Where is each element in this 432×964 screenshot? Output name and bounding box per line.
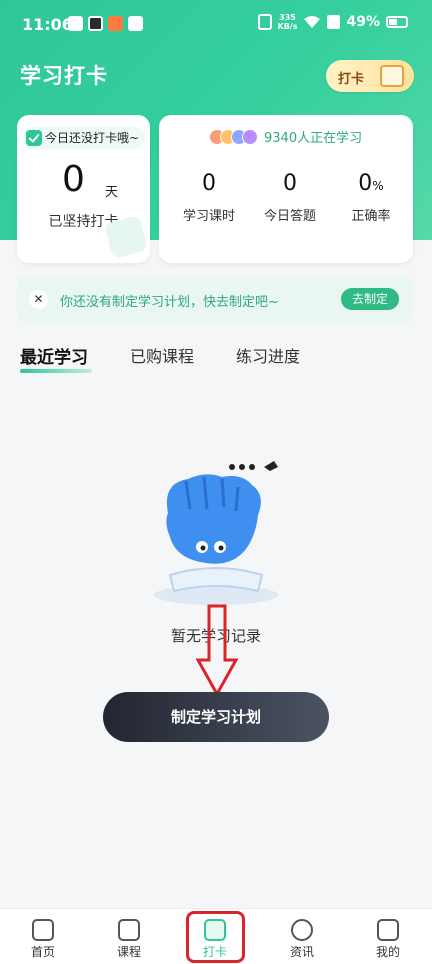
network-speed-unit: KB/s: [277, 22, 298, 31]
learners-row: 9340人正在学习: [209, 127, 362, 146]
profile-icon: [377, 919, 399, 941]
make-study-plan-button[interactable]: 制定学习计划: [103, 692, 329, 742]
nav-courses[interactable]: 课程: [99, 913, 159, 960]
stat-label: 今日答题: [263, 209, 316, 224]
nav-label: 资讯: [289, 945, 314, 959]
network-badge-icon: [327, 15, 341, 29]
today-status-text: 今日还没打卡哦~: [45, 131, 140, 145]
checkin-badge-button[interactable]: 打卡: [326, 60, 414, 92]
stats-card: 9340人正在学习 0 学习课时 0 今日答题 0% 正确率: [159, 115, 413, 263]
streak-card: 今日还没打卡哦~ 0 天 已坚持打卡: [17, 115, 150, 263]
app-notification-icon: [128, 16, 143, 31]
battery-icon: [386, 16, 408, 28]
tab-practice-progress[interactable]: 练习进度: [236, 343, 300, 368]
checkin-badge-label: 打卡: [338, 72, 365, 87]
annotation-arrow-icon: [196, 604, 238, 696]
stat-accuracy: 0% 正确率: [329, 171, 413, 224]
today-status-tag: 今日还没打卡哦~: [23, 127, 146, 149]
vibrate-icon: [257, 14, 272, 30]
learners-count: 9340人正在学习: [264, 131, 363, 146]
status-time: 11:06: [22, 15, 73, 34]
close-icon[interactable]: ✕: [29, 290, 48, 309]
check-icon: [26, 130, 42, 146]
home-icon: [32, 919, 54, 941]
streak-days: 0: [62, 159, 85, 200]
stat-today-answers: 0 今日答题: [248, 171, 332, 224]
plan-reminder-text: 你还没有制定学习计划，快去制定吧~: [60, 295, 279, 310]
stat-unit: %: [372, 179, 384, 193]
network-speed-value: 335: [279, 13, 296, 22]
stat-value: 0: [283, 171, 297, 196]
app-notification-icon: [68, 16, 83, 31]
compass-icon: [291, 919, 313, 941]
nav-profile[interactable]: 我的: [358, 913, 418, 960]
stat-study-hours: 0 学习课时: [167, 171, 251, 224]
notification-icons: [68, 16, 143, 31]
network-speed: 335 KB/s: [278, 13, 298, 31]
calendar-icon: [380, 65, 404, 87]
wifi-icon: [304, 16, 321, 28]
stat-value: 0: [202, 171, 216, 196]
app-notification-icon: [88, 16, 103, 31]
streak-unit: 天: [105, 185, 119, 200]
nav-news[interactable]: 资讯: [272, 913, 332, 960]
learner-avatars: [209, 128, 258, 145]
nav-label: 首页: [30, 945, 55, 959]
stat-label: 学习课时: [182, 209, 235, 224]
nav-label: 课程: [116, 945, 141, 959]
study-tabs: 最近学习 已购课程 练习进度: [20, 343, 300, 373]
avatar: [242, 128, 258, 145]
battery-percent: 49%: [346, 14, 380, 30]
stat-label: 正确率: [351, 209, 391, 224]
nav-home[interactable]: 首页: [13, 913, 73, 960]
app-notification-icon: [108, 16, 123, 31]
page-title: 学习打卡: [20, 64, 108, 88]
stat-value: 0: [358, 171, 373, 196]
annotation-highlight-box: [186, 911, 245, 963]
plan-reminder-banner: ✕ 你还没有制定学习计划，快去制定吧~ 去制定: [17, 276, 413, 323]
status-bar: 11:06 335 KB/s 49%: [0, 0, 432, 50]
empty-state-illustration: [154, 461, 278, 605]
nav-label: 我的: [375, 945, 400, 959]
tab-purchased-courses[interactable]: 已购课程: [130, 343, 194, 368]
go-make-plan-button[interactable]: 去制定: [341, 288, 399, 310]
course-play-icon: [118, 919, 140, 941]
tab-recent-study[interactable]: 最近学习: [20, 343, 92, 373]
